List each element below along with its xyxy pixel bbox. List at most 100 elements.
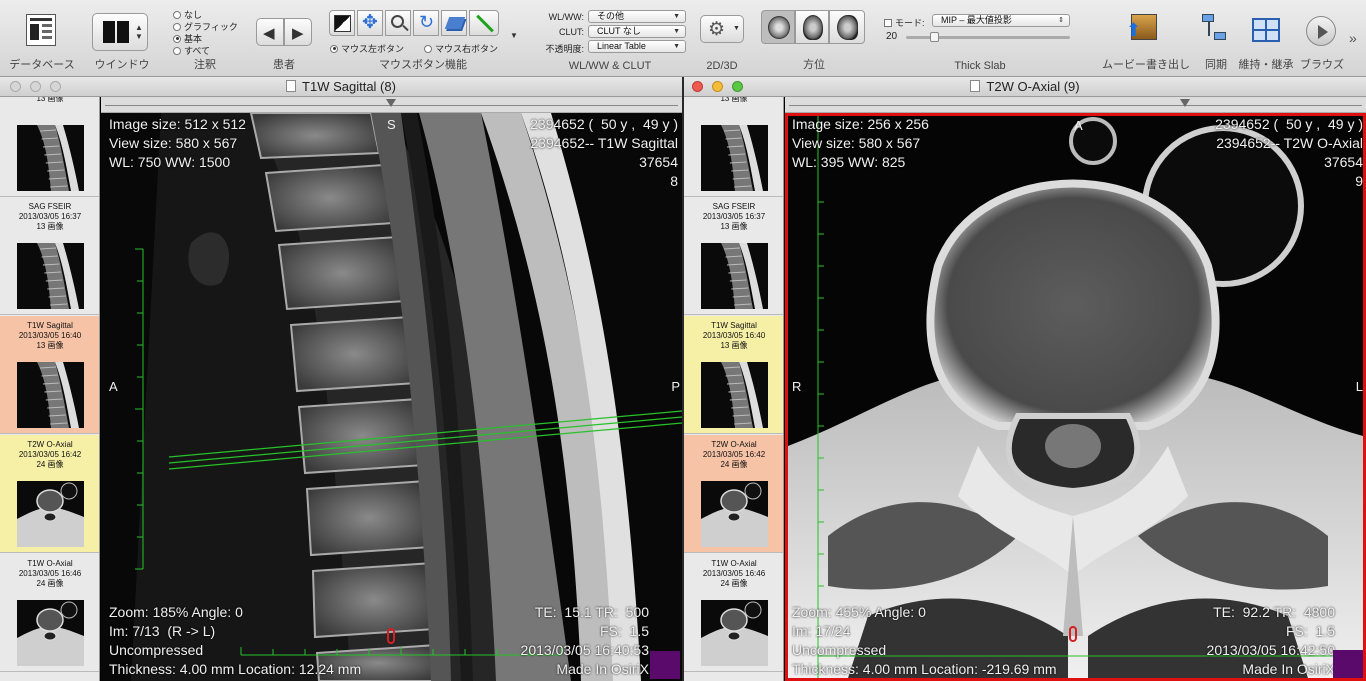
- scroll-tool-button[interactable]: [441, 10, 467, 36]
- series-thumbnail[interactable]: 2013/03/05 16:3?13 画像: [684, 97, 783, 197]
- clut-select[interactable]: CLUT なし ▼: [588, 25, 686, 38]
- series-thumbnail[interactable]: T1W O-Axial 2013/03/05 16:46 24 画像: [0, 554, 99, 672]
- mouse-right-option[interactable]: マウス右ボタン: [424, 42, 498, 55]
- toolbar: データベース ▲▼ ウインドウ なし グラフィック 基本 すべて 注釈 ◀ ▶: [0, 0, 1366, 77]
- gear-icon: ⚙: [708, 19, 726, 40]
- sagittal-orientation-button[interactable]: [829, 10, 865, 44]
- slice-slider[interactable]: [785, 97, 1366, 113]
- mouse-function-tool: ✥ ↻ ▼ マウス左ボタン マウス右ボタン マウスボタン機能: [322, 0, 524, 77]
- overlay-top-right: 2394652 ( 50 y , 49 y ) 2394652-- T1W Sag…: [530, 116, 678, 189]
- slice-slider[interactable]: [101, 97, 682, 113]
- slider-knob[interactable]: [1180, 99, 1190, 107]
- previous-patient-button[interactable]: ◀: [256, 18, 284, 46]
- database-tool[interactable]: データベース: [0, 0, 84, 77]
- zoom-tool-button[interactable]: [385, 10, 411, 36]
- left-window-titlebar[interactable]: T1W Sagittal (8): [0, 77, 682, 97]
- database-icon: [26, 14, 56, 46]
- coronal-orientation-button[interactable]: [795, 10, 829, 44]
- keep-inherit-tool[interactable]: 維持・継承: [1236, 0, 1296, 77]
- overlay-top-right: 2394652 ( 50 y , 49 y ) 2394652-- T2W O-A…: [1215, 116, 1363, 189]
- opacity-select[interactable]: Linear Table ▼: [588, 40, 686, 53]
- series-thumbnail[interactable]: SAG FSEIR 2013/03/05 16:37 13 画像: [684, 197, 783, 315]
- stepper-icon: ▲ ▼: [135, 23, 143, 41]
- radio-icon: [173, 10, 181, 19]
- toolbar-overflow-icon[interactable]: »: [1349, 30, 1357, 46]
- thick-slab-slider[interactable]: [906, 32, 1070, 42]
- window-tool[interactable]: ▲ ▼ ウインドウ: [84, 0, 160, 77]
- zoom-button[interactable]: [732, 81, 743, 92]
- series-date: 2013/03/05 16:40: [702, 331, 766, 340]
- orientation-left: A: [109, 379, 118, 394]
- pan-tool-button[interactable]: ✥: [357, 10, 383, 36]
- series-name: T1W Sagittal: [27, 321, 73, 330]
- series-thumbnail-image: [17, 125, 84, 191]
- popup-arrow-icon: ▼: [673, 28, 680, 35]
- radio-icon: [424, 44, 432, 53]
- overlay-top-left: Image size: 512 x 512 View size: 580 x 56…: [109, 116, 246, 170]
- series-thumbnail[interactable]: T1W Sagittal 2013/03/05 16:40 13 画像: [0, 316, 99, 434]
- keep-inherit-label: 維持・継承: [1238, 59, 1294, 71]
- series-thumbnail-image: [17, 481, 84, 547]
- series-thumbnail[interactable]: T2W O-Axial 2013/03/05 16:42 24 画像: [684, 435, 783, 553]
- right-window-titlebar[interactable]: T2W O-Axial (9): [684, 77, 1366, 97]
- series-name: T2W O-Axial: [27, 440, 73, 449]
- series-thumbnail-image: [701, 481, 768, 547]
- orientation-tool: 方位: [758, 0, 870, 77]
- sagittal-mri-image: [101, 113, 682, 681]
- thick-slab-mode-checkbox[interactable]: モード:: [884, 16, 925, 29]
- sync-tool[interactable]: 同期: [1196, 0, 1236, 77]
- stack-icon: [444, 17, 466, 29]
- thick-slab-mode-select[interactable]: MIP – 最大値投影 ⇕: [932, 14, 1070, 27]
- next-patient-button[interactable]: ▶: [284, 18, 312, 46]
- left-image-viewport[interactable]: Image size: 512 x 512 View size: 580 x 56…: [101, 113, 682, 681]
- thick-slab-value: 20: [886, 31, 898, 42]
- series-thumbnail-image: [701, 243, 768, 309]
- document-icon: [286, 80, 297, 92]
- series-thumbnail[interactable]: T1W O-Axial 2013/03/05 16:46 24 画像: [684, 554, 783, 672]
- axial-orientation-button[interactable]: [761, 10, 795, 44]
- thick-slab-tool: モード: MIP – 最大値投影 ⇕ 20 Thick Slab: [880, 0, 1080, 77]
- series-date: 2013/03/05 16:46: [18, 569, 82, 578]
- 2d3d-button[interactable]: ⚙ ▼: [700, 15, 744, 43]
- ruler-icon: [476, 14, 494, 33]
- zoom-button[interactable]: [50, 81, 61, 92]
- dropdown-arrow-icon[interactable]: ▼: [510, 31, 518, 40]
- series-thumbnail[interactable]: T2W O-Axial 2013/03/05 16:42 24 画像: [0, 435, 99, 553]
- series-name: T2W O-Axial: [711, 440, 757, 449]
- close-button[interactable]: [10, 81, 21, 92]
- close-button[interactable]: [692, 81, 703, 92]
- series-thumbnail[interactable]: SAG FSEIR 2013/03/05 16:37 13 画像: [0, 197, 99, 315]
- overlay-bottom-right: TE: 92.2 TR: 4800 FS: 1.5 2013/03/05 16:42…: [1206, 604, 1335, 677]
- series-image-count: 13 画像: [36, 341, 64, 350]
- radio-selected-icon: [330, 44, 338, 53]
- minimize-button[interactable]: [712, 81, 723, 92]
- series-image-count: 13 画像: [720, 341, 748, 350]
- wlww-clut-tool: WL/WW: その他 ▼ CLUT: CLUT なし ▼ 不透明度: Linear …: [526, 0, 694, 77]
- rotate-tool-button[interactable]: ↻: [413, 10, 439, 36]
- length-tool-button[interactable]: [469, 10, 499, 36]
- series-date: 2013/03/05 16:37: [18, 212, 82, 221]
- series-date: 2013/03/05 16:42: [702, 450, 766, 459]
- slider-knob[interactable]: [386, 99, 396, 107]
- minimize-button[interactable]: [30, 81, 41, 92]
- head-coronal-icon: [803, 15, 823, 40]
- right-image-viewport[interactable]: Image size: 256 x 256 View size: 580 x 56…: [785, 113, 1366, 681]
- window-layout-button[interactable]: ▲ ▼: [92, 13, 148, 51]
- head-axial-icon: [768, 16, 790, 39]
- series-thumbnail[interactable]: T1W Sagittal 2013/03/05 16:40 13 画像: [684, 316, 783, 434]
- series-image-count: 13 画像: [36, 97, 64, 103]
- contrast-icon: [334, 15, 351, 32]
- mouse-left-option[interactable]: マウス左ボタン: [330, 42, 404, 55]
- wlww-select[interactable]: その他 ▼: [588, 10, 686, 23]
- orientation-right: L: [1355, 379, 1363, 394]
- checkbox-icon: [884, 18, 892, 27]
- series-date: 2013/03/05 16:46: [702, 569, 766, 578]
- orientation-top: A: [1074, 118, 1083, 133]
- browse-tool[interactable]: ブラウズ: [1296, 0, 1348, 77]
- wlww-tool-button[interactable]: [329, 10, 355, 36]
- series-thumbnail[interactable]: 2013/03/05 16:3?13 画像: [0, 97, 99, 197]
- document-icon: [970, 80, 981, 92]
- clut-label: CLUT:: [558, 27, 584, 37]
- slider-knob[interactable]: [930, 32, 939, 42]
- movie-export-tool[interactable]: ⬆ ムービー書き出し: [1096, 0, 1196, 77]
